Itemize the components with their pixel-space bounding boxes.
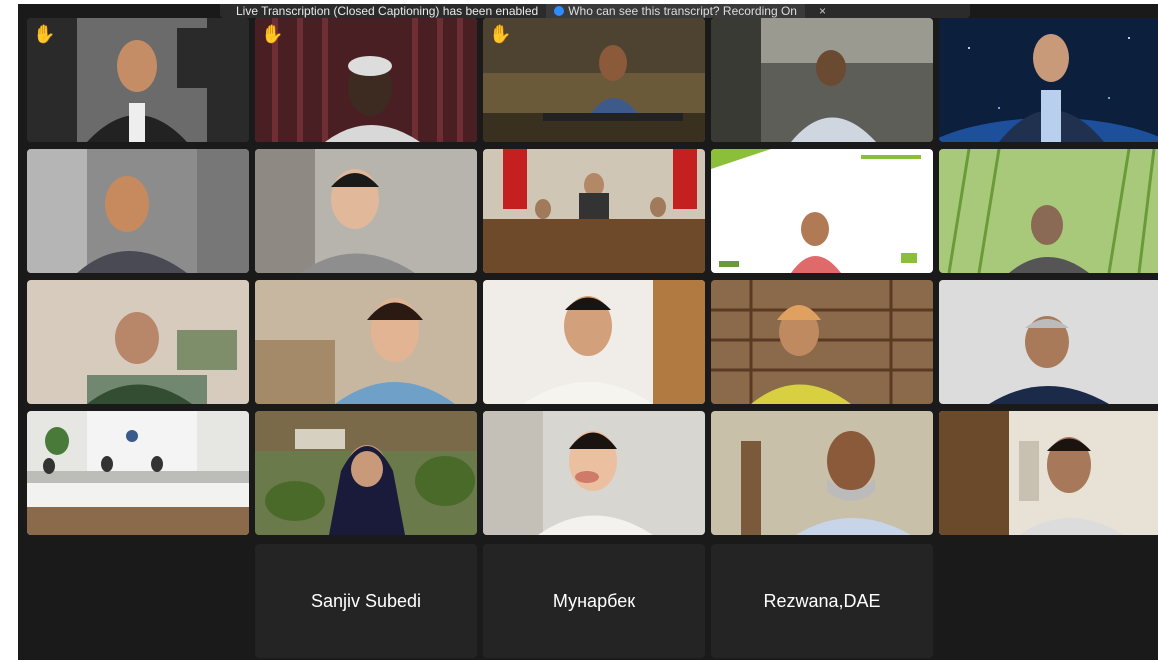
- video-tile-17[interactable]: [255, 411, 477, 535]
- video-tile-14[interactable]: [711, 280, 933, 404]
- video-tile-11[interactable]: [27, 280, 249, 404]
- participant-name: Rezwana,DAE: [763, 590, 881, 611]
- participant-name: Мунарбек: [552, 590, 636, 611]
- who-can-see-link[interactable]: Who can see this transcript? Recording O…: [546, 4, 805, 18]
- meeting-gallery: ✋ ✋ ✋ Sanjiv Subedi Мунарбек Rezwana,DAE…: [18, 4, 1158, 660]
- video-tile-4[interactable]: [711, 18, 933, 142]
- participant-tile-name-only[interactable]: Мунарбек: [483, 544, 705, 658]
- transcription-notice: Live Transcription (Closed Captioning) h…: [236, 4, 539, 18]
- video-tile-3[interactable]: ✋: [483, 18, 705, 142]
- video-tile-19[interactable]: [711, 411, 933, 535]
- video-tile-6[interactable]: [27, 149, 249, 273]
- raised-hand-icon: ✋: [33, 24, 56, 44]
- video-tile-20[interactable]: [939, 411, 1158, 535]
- video-tile-12[interactable]: [255, 280, 477, 404]
- participant-tile-name-only[interactable]: Sanjiv Subedi: [255, 544, 477, 658]
- video-tile-10[interactable]: [939, 149, 1158, 273]
- video-tile-16[interactable]: [27, 411, 249, 535]
- video-tile-9[interactable]: [711, 149, 933, 273]
- video-tile-13[interactable]: [483, 280, 705, 404]
- video-tile-5[interactable]: [939, 18, 1158, 142]
- raised-hand-icon: ✋: [261, 24, 284, 44]
- participant-name: Sanjiv Subedi: [310, 590, 422, 611]
- people-icon: [554, 6, 565, 16]
- video-tile-1[interactable]: ✋: [27, 18, 249, 142]
- video-grid: ✋ ✋ ✋ Sanjiv Subedi Мунарбек Rezwana,DAE: [18, 4, 1158, 660]
- video-tile-18[interactable]: [483, 411, 705, 535]
- raised-hand-icon: ✋: [489, 24, 512, 44]
- video-tile-8[interactable]: [483, 149, 705, 273]
- who-can-see-text: Who can see this transcript? Recording O…: [568, 4, 797, 18]
- close-icon[interactable]: ×: [819, 4, 826, 18]
- transcription-banner: Live Transcription (Closed Captioning) h…: [220, 4, 970, 18]
- video-tile-15[interactable]: [939, 280, 1158, 404]
- video-tile-2[interactable]: ✋: [255, 18, 477, 142]
- participant-tile-name-only[interactable]: Rezwana,DAE: [711, 544, 933, 658]
- video-tile-7[interactable]: [255, 149, 477, 273]
